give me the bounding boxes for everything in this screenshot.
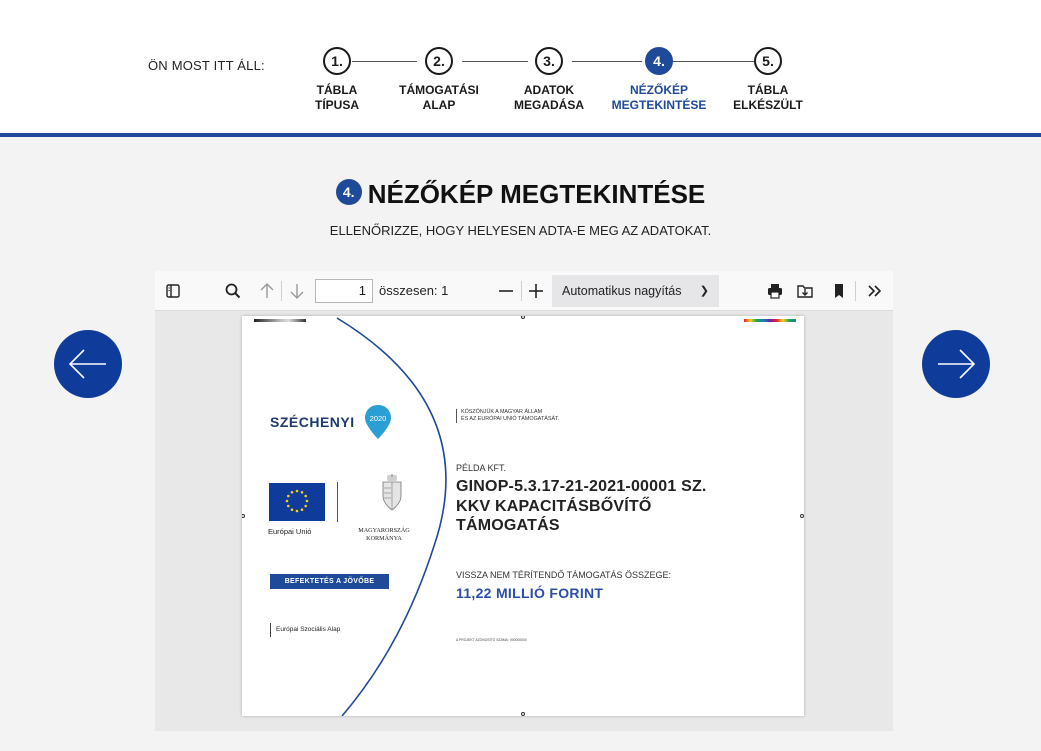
save-icon[interactable] xyxy=(795,281,815,301)
sidebar-icon[interactable] xyxy=(163,281,183,301)
szechenyi-logo-text: SZÉCHENYI xyxy=(270,414,355,430)
registration-mark xyxy=(521,712,525,716)
step-number: 4. xyxy=(645,47,673,75)
progress-header: ÖN MOST ITT ÁLL: 1. TÁBLA TÍPUSA 2. TÁMOG… xyxy=(0,0,1041,133)
svg-text:2020: 2020 xyxy=(370,414,387,423)
print-icon[interactable] xyxy=(765,281,785,301)
step-number: 1. xyxy=(323,47,351,75)
chevron-down-icon: ❯ xyxy=(699,285,709,297)
bookmark-icon[interactable] xyxy=(829,281,849,301)
arrow-up-icon[interactable] xyxy=(257,281,277,301)
arrow-down-icon[interactable] xyxy=(287,281,307,301)
page-title: 4. NÉZŐKÉP MEGTEKINTÉSE xyxy=(0,178,1041,210)
toolbar-separator xyxy=(281,281,282,301)
support-amount-label: VISSZA NEM TÉRÍTENDŐ TÁMOGATÁS ÖSSZEGE: xyxy=(456,570,672,580)
pdf-toolbar: 1 összesen: 1 Automatikus nagyítás ❯ xyxy=(155,271,893,311)
main-content: 4. NÉZŐKÉP MEGTEKINTÉSE ELLENŐRIZZE, HOGY… xyxy=(0,137,1041,751)
previous-button[interactable] xyxy=(54,330,122,398)
step-4-active[interactable]: 4. NÉZŐKÉP MEGTEKINTÉSE xyxy=(604,47,714,113)
step-label: ADATOK MEGADÁSA xyxy=(513,83,584,112)
registration-mark xyxy=(800,514,804,518)
page-number-input[interactable]: 1 xyxy=(315,279,373,303)
toolbar-separator xyxy=(521,281,522,301)
arrow-right-icon xyxy=(938,349,976,379)
page-title-text: NÉZŐKÉP MEGTEKINTÉSE xyxy=(367,179,706,209)
page-subtitle: ELLENŐRIZZE, HOGY HELYESEN ADTA-E MEG AZ… xyxy=(329,223,712,238)
step-3[interactable]: 3. ADATOK MEGADÁSA xyxy=(494,47,604,113)
hungary-government-label: MAGYARORSZÁG KORMÁNYA xyxy=(358,527,410,542)
step-label: TÁBLA TÍPUSA xyxy=(314,83,359,112)
step-number: 2. xyxy=(425,47,453,75)
esza-label: Európai Szociális Alap xyxy=(270,623,340,637)
document-page: SZÉCHENYI 2020 Európai Unió MAGYARORSZÁG… xyxy=(242,316,804,716)
zoom-select[interactable]: Automatikus nagyítás ❯ xyxy=(552,275,719,307)
location-pin-icon: 2020 xyxy=(365,405,391,439)
pdf-viewer: 1 összesen: 1 Automatikus nagyítás ❯ SZÉ… xyxy=(155,271,893,731)
logo-divider xyxy=(337,482,338,522)
step-label: NÉZŐKÉP MEGTEKINTÉSE xyxy=(611,83,707,112)
zoom-value: Automatikus nagyítás xyxy=(562,284,682,298)
step-5[interactable]: 5. TÁBLA ELKÉSZÜLT xyxy=(713,47,823,113)
eu-flag-icon xyxy=(269,483,325,521)
where-label: ÖN MOST ITT ÁLL: xyxy=(148,58,265,73)
more-icon[interactable] xyxy=(865,281,885,301)
step-2[interactable]: 2. TÁMOGATÁSI ALAP xyxy=(384,47,494,113)
support-amount-value: 11,22 MILLIÓ FORINT xyxy=(456,585,604,601)
project-id: A PROJEKT AZONOSÍTÓ SZÁMA: 000000000 xyxy=(456,638,527,642)
thanks-text: KÖSZÖNJÜK A MAGYAR ÁLLAM ÉS AZ EURÓPAI UN… xyxy=(456,409,626,423)
hungarian-crest-icon xyxy=(382,474,402,511)
eu-label: Európai Unió xyxy=(268,527,312,536)
minus-icon[interactable] xyxy=(496,281,516,301)
arrow-left-icon xyxy=(68,349,106,379)
plus-icon[interactable] xyxy=(526,281,546,301)
toolbar-separator xyxy=(855,281,856,301)
search-icon[interactable] xyxy=(223,281,243,301)
befektetes-banner: BEFEKTETÉS A JÖVŐBE xyxy=(270,574,389,589)
step-label: TÁMOGATÁSI ALAP xyxy=(399,83,479,112)
next-button[interactable] xyxy=(922,330,990,398)
step-label: TÁBLA ELKÉSZÜLT xyxy=(733,83,803,112)
step-number: 5. xyxy=(754,47,782,75)
step-badge: 4. xyxy=(335,178,362,205)
company-name: PÉLDA KFT. xyxy=(456,463,507,473)
step-number: 3. xyxy=(535,47,563,75)
step-1[interactable]: 1. TÁBLA TÍPUSA xyxy=(282,47,392,113)
total-pages: összesen: 1 xyxy=(379,283,449,298)
project-title: GINOP-5.3.17-21-2021-00001 SZ. KKV KAPACI… xyxy=(456,478,707,534)
